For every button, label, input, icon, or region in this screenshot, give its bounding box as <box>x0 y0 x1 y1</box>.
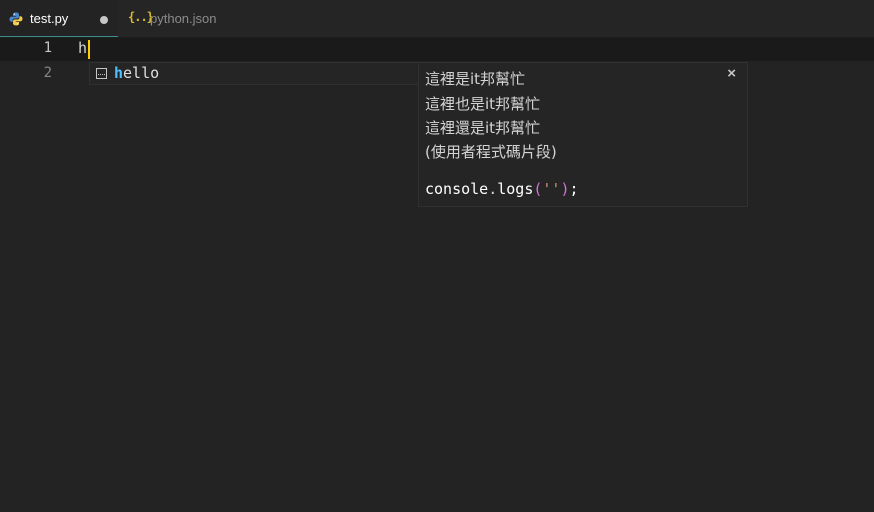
close-icon[interactable]: × <box>727 65 736 82</box>
code-editor: test.py {..} python.json 1 2 h hello × 這… <box>0 0 874 512</box>
tab-label: python.json <box>150 11 217 26</box>
suggest-widget: hello <box>89 62 419 85</box>
description-line: (使用者程式碼片段) <box>425 143 557 161</box>
suggest-item-label: hello <box>114 64 159 82</box>
text-cursor <box>88 40 90 59</box>
code-string: '' <box>542 180 561 198</box>
code-dot: . <box>488 180 498 198</box>
code-method: logs <box>497 180 534 198</box>
current-line-highlight <box>0 38 874 61</box>
code-ident: console <box>425 180 489 198</box>
snippet-code-preview: console.logs(''); <box>425 180 579 198</box>
suggest-item-hello[interactable]: hello <box>90 63 418 84</box>
description-line: 這裡是it邦幫忙 <box>425 70 526 88</box>
code-line[interactable]: h <box>78 39 87 57</box>
code-semicolon: ; <box>569 180 579 198</box>
tab-label: test.py <box>30 11 69 26</box>
code-close-paren: ) <box>560 180 570 198</box>
line-number: 1 <box>43 40 52 56</box>
tab-bar: test.py {..} python.json <box>0 0 874 38</box>
tab-test-py[interactable]: test.py <box>0 0 118 37</box>
line-number: 2 <box>43 65 52 81</box>
suggest-match-text: h <box>114 64 124 82</box>
tab-python-json[interactable]: {..} python.json <box>118 0 236 37</box>
suggest-details-panel: × 這裡是it邦幫忙 這裡也是it邦幫忙 這裡還是it邦幫忙 (使用者程式碼片段… <box>418 62 748 207</box>
snippet-icon <box>96 68 107 79</box>
description-line: 這裡還是it邦幫忙 <box>425 119 541 137</box>
suggest-rest-text: ello <box>123 64 160 82</box>
description-line: 這裡也是it邦幫忙 <box>425 95 541 113</box>
unsaved-dot-icon[interactable] <box>100 16 108 24</box>
python-icon <box>9 12 23 26</box>
